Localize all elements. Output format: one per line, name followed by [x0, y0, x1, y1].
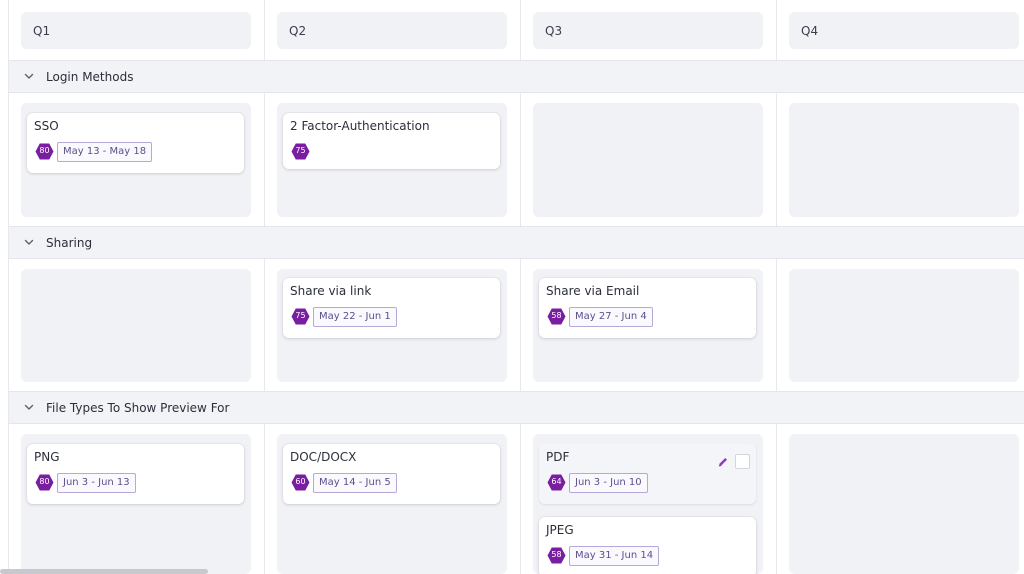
horizontal-scrollbar[interactable]: [0, 569, 208, 574]
score-value: 58: [551, 550, 562, 559]
card-title: Share via link: [290, 284, 372, 298]
cell-sharing-q2[interactable]: Share via link 75 May 22 - Jun 1: [277, 269, 507, 382]
score-badge: 58: [547, 547, 566, 564]
cell-filetypes-q1[interactable]: PNG 80 Jun 3 - Jun 13: [21, 434, 251, 574]
date-range-tag[interactable]: Jun 3 - Jun 10: [569, 473, 648, 493]
date-range-tag[interactable]: May 22 - Jun 1: [313, 307, 397, 327]
card-title: SSO: [34, 119, 59, 133]
chevron-down-icon[interactable]: [23, 236, 35, 248]
group-label: Login Methods: [46, 70, 134, 84]
score-badge: 75: [291, 143, 310, 160]
score-badge: 58: [547, 308, 566, 325]
score-value: 75: [295, 311, 306, 320]
cell-sharing-q3[interactable]: Share via Email 58 May 27 - Jun 4: [533, 269, 763, 382]
score-value: 80: [39, 146, 50, 155]
cell-login-q4[interactable]: [789, 103, 1019, 217]
column-header-label: Q3: [545, 24, 563, 38]
cell-filetypes-q2[interactable]: DOC/DOCX 60 May 14 - Jun 5: [277, 434, 507, 574]
roadmap-board: Q1 Q2 Q3 Q4 Login Methods SSO 80 May 13 …: [8, 0, 1024, 574]
score-value: 60: [295, 477, 306, 486]
score-badge: 80: [35, 143, 54, 160]
cell-sharing-q4[interactable]: [789, 269, 1019, 382]
group-label: Sharing: [46, 236, 93, 250]
feature-card-share-via-email[interactable]: Share via Email 58 May 27 - Jun 4: [539, 278, 756, 338]
feature-card-sso[interactable]: SSO 80 May 13 - May 18: [27, 113, 244, 173]
score-value: 75: [295, 146, 306, 155]
feature-card-2fa[interactable]: 2 Factor-Authentication 75: [283, 113, 500, 169]
score-badge: 80: [35, 474, 54, 491]
cell-sharing-q1[interactable]: [21, 269, 251, 382]
score-badge: 60: [291, 474, 310, 491]
date-range-tag[interactable]: May 27 - Jun 4: [569, 307, 653, 327]
chevron-down-icon[interactable]: [23, 401, 35, 413]
feature-card-pdf[interactable]: PDF 64 Jun 3 - Jun 10: [539, 444, 756, 504]
score-value: 80: [39, 477, 50, 486]
column-header-label: Q2: [289, 24, 307, 38]
card-title: DOC/DOCX: [290, 450, 357, 464]
card-title: Share via Email: [546, 284, 640, 298]
feature-card-jpeg[interactable]: JPEG 58 May 31 - Jun 14: [539, 517, 756, 574]
cell-login-q2[interactable]: 2 Factor-Authentication 75: [277, 103, 507, 217]
cell-login-q3[interactable]: [533, 103, 763, 217]
card-title: JPEG: [546, 523, 574, 537]
cell-filetypes-q4[interactable]: [789, 434, 1019, 574]
group-header-file-types[interactable]: File Types To Show Preview For: [9, 391, 1024, 424]
feature-card-share-via-link[interactable]: Share via link 75 May 22 - Jun 1: [283, 278, 500, 338]
feature-card-png[interactable]: PNG 80 Jun 3 - Jun 13: [27, 444, 244, 504]
group-label: File Types To Show Preview For: [46, 401, 230, 415]
card-title: PDF: [546, 450, 570, 464]
cell-login-q1[interactable]: SSO 80 May 13 - May 18: [21, 103, 251, 217]
cell-filetypes-q3[interactable]: PDF 64 Jun 3 - Jun 10 JPEG 58 May 31 - J…: [533, 434, 763, 574]
column-header-label: Q4: [801, 24, 819, 38]
feature-card-doc-docx[interactable]: DOC/DOCX 60 May 14 - Jun 5: [283, 444, 500, 504]
score-value: 64: [551, 477, 562, 486]
date-range-tag[interactable]: Jun 3 - Jun 13: [57, 473, 136, 493]
column-header-q4[interactable]: Q4: [789, 12, 1019, 49]
date-range-tag[interactable]: May 31 - Jun 14: [569, 546, 660, 566]
group-header-login-methods[interactable]: Login Methods: [9, 60, 1024, 93]
group-header-sharing[interactable]: Sharing: [9, 226, 1024, 259]
date-range-tag[interactable]: May 14 - Jun 5: [313, 473, 397, 493]
column-header-q3[interactable]: Q3: [533, 12, 763, 49]
score-value: 58: [551, 311, 562, 320]
score-badge: 75: [291, 308, 310, 325]
date-range-tag[interactable]: May 13 - May 18: [57, 142, 153, 162]
column-header-q1[interactable]: Q1: [21, 12, 251, 49]
column-header-label: Q1: [33, 24, 51, 38]
chevron-down-icon[interactable]: [23, 70, 35, 82]
column-header-q2[interactable]: Q2: [277, 12, 507, 49]
score-badge: 64: [547, 474, 566, 491]
card-title: 2 Factor-Authentication: [290, 119, 430, 133]
pencil-icon[interactable]: [716, 455, 730, 469]
card-title: PNG: [34, 450, 60, 464]
select-checkbox[interactable]: [735, 454, 750, 469]
